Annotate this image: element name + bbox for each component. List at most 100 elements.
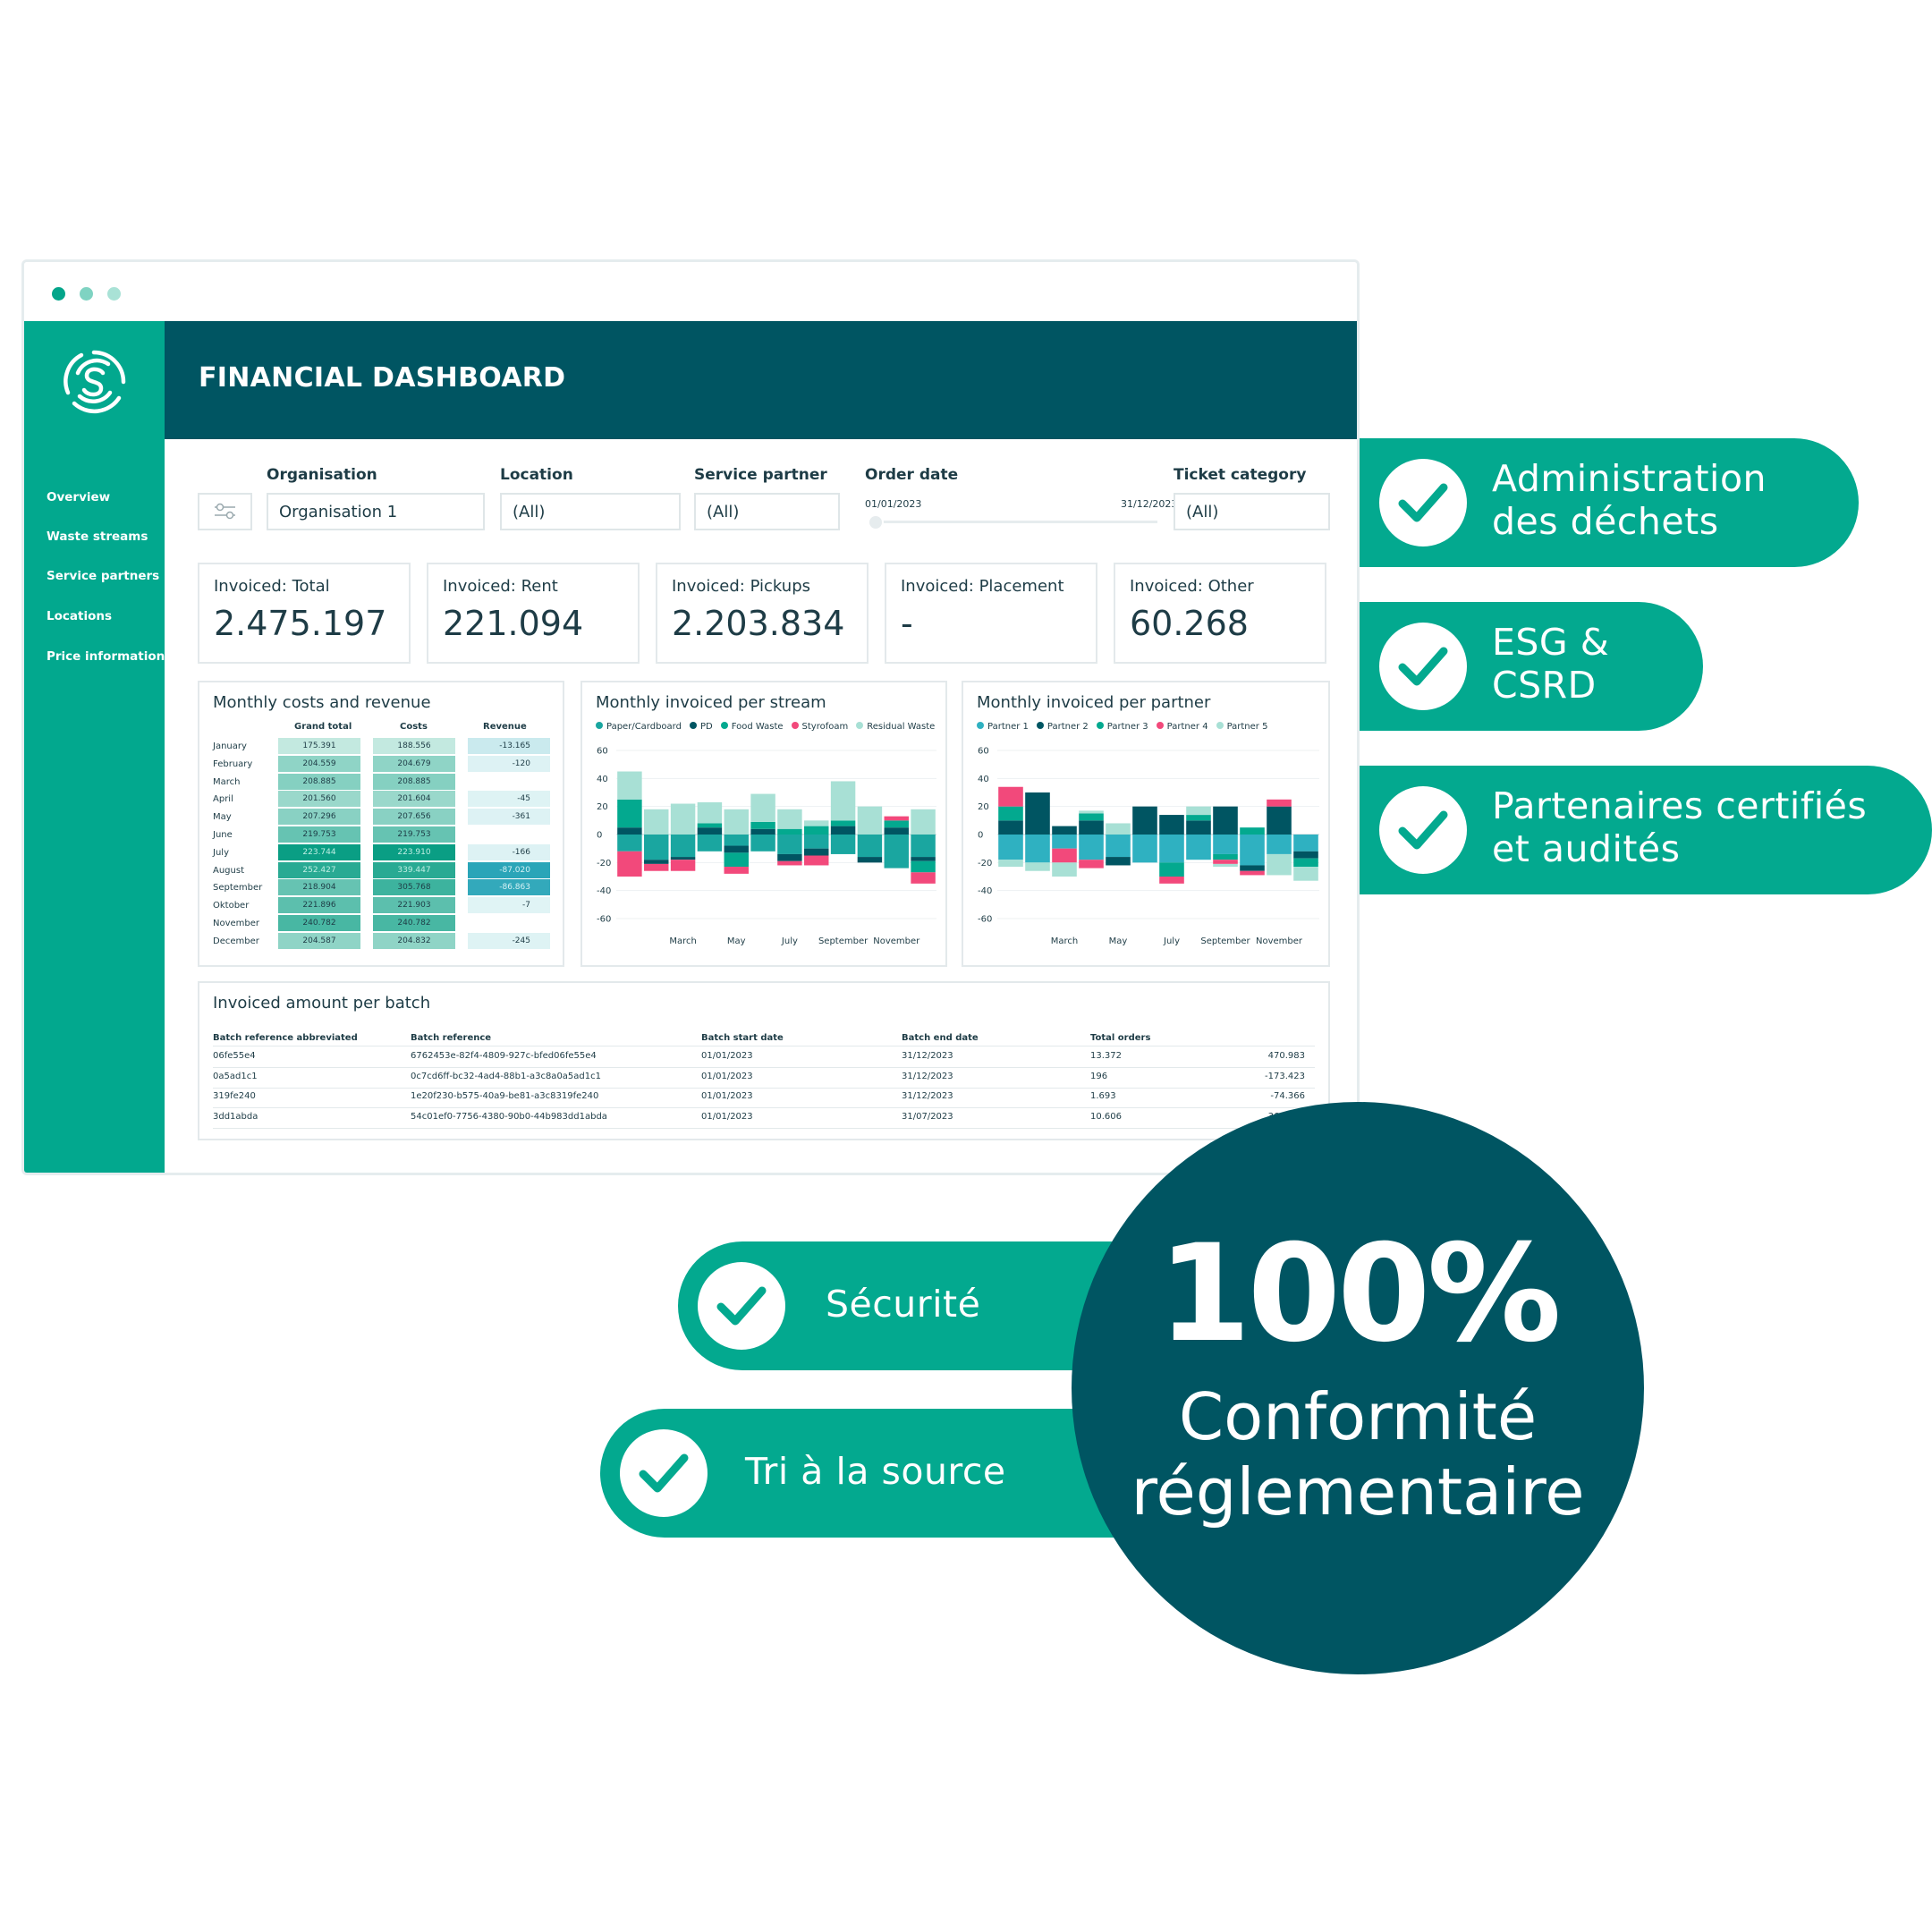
bar-segment[interactable] xyxy=(1213,863,1238,868)
bar-segment[interactable] xyxy=(1159,815,1184,835)
bar-segment[interactable] xyxy=(777,853,802,861)
legend-item[interactable]: Partner 4 xyxy=(1156,722,1208,732)
organisation-select[interactable]: Organisation 1 xyxy=(267,493,485,530)
bar-segment[interactable] xyxy=(777,809,802,829)
bar-segment[interactable] xyxy=(724,845,749,853)
bar-segment[interactable] xyxy=(724,835,749,846)
bar-segment[interactable] xyxy=(644,860,669,864)
bar-segment[interactable] xyxy=(1132,835,1157,863)
bar-segment[interactable] xyxy=(1293,851,1318,859)
bar-segment[interactable] xyxy=(1186,835,1211,860)
bar-segment[interactable] xyxy=(1159,877,1184,884)
legend-item[interactable]: Partner 5 xyxy=(1216,722,1267,732)
bar-segment[interactable] xyxy=(804,855,829,866)
bar-segment[interactable] xyxy=(1052,826,1077,835)
bar-segment[interactable] xyxy=(1240,865,1265,871)
bar-segment[interactable] xyxy=(750,821,775,829)
bar-segment[interactable] xyxy=(617,827,642,835)
bar-segment[interactable] xyxy=(884,820,909,828)
legend-item[interactable]: Food Waste xyxy=(720,722,784,732)
bar-segment[interactable] xyxy=(724,852,749,868)
bar-segment[interactable] xyxy=(911,857,936,861)
bar-segment[interactable] xyxy=(750,828,775,835)
ticket-category-select[interactable]: (All) xyxy=(1174,493,1330,530)
bar-segment[interactable] xyxy=(998,820,1023,835)
bar-segment[interactable] xyxy=(1293,835,1318,852)
bar-segment[interactable] xyxy=(697,823,723,828)
bar-segment[interactable] xyxy=(644,835,669,860)
bar-segment[interactable] xyxy=(1186,815,1211,821)
sidebar-item-locations[interactable]: Locations xyxy=(47,609,112,623)
bar-segment[interactable] xyxy=(1159,862,1184,877)
bar-segment[interactable] xyxy=(1079,860,1104,869)
legend-item[interactable]: Styrofoam xyxy=(791,722,848,732)
bar-segment[interactable] xyxy=(1267,806,1292,835)
sidebar-item-price-information[interactable]: Price information xyxy=(47,649,165,664)
bar-segment[interactable] xyxy=(1267,799,1292,807)
bar-segment[interactable] xyxy=(1240,827,1265,835)
bar-segment[interactable] xyxy=(1052,848,1077,863)
brand-logo-icon[interactable] xyxy=(60,348,128,416)
bar-segment[interactable] xyxy=(884,827,909,835)
bar-segment[interactable] xyxy=(724,809,749,835)
service-partner-select[interactable]: (All) xyxy=(694,493,840,530)
bar-segment[interactable] xyxy=(830,820,856,826)
bar-segment[interactable] xyxy=(884,816,909,821)
bar-segment[interactable] xyxy=(724,867,749,874)
bar-segment[interactable] xyxy=(1213,835,1238,854)
location-select[interactable]: (All) xyxy=(500,493,681,530)
order-date-slider-handle[interactable] xyxy=(868,514,884,530)
order-date-slider-track[interactable] xyxy=(869,521,1157,523)
bar-segment[interactable] xyxy=(697,801,723,824)
bar-segment[interactable] xyxy=(617,771,642,800)
bar-segment[interactable] xyxy=(1052,835,1077,849)
bar-segment[interactable] xyxy=(1293,867,1318,881)
bar-segment[interactable] xyxy=(1213,806,1238,835)
bar-segment[interactable] xyxy=(998,806,1023,821)
bar-segment[interactable] xyxy=(1106,823,1131,835)
bar-segment[interactable] xyxy=(1079,820,1104,835)
bar-segment[interactable] xyxy=(1025,792,1050,835)
bar-segment[interactable] xyxy=(1267,835,1292,854)
bar-segment[interactable] xyxy=(911,872,936,884)
bar-segment[interactable] xyxy=(857,806,883,835)
filter-toggle-button[interactable] xyxy=(198,493,252,530)
bar-segment[interactable] xyxy=(1293,858,1318,868)
bar-segment[interactable] xyxy=(911,860,936,873)
bar-segment[interactable] xyxy=(830,826,856,835)
bar-segment[interactable] xyxy=(1025,835,1050,863)
bar-segment[interactable] xyxy=(857,857,883,863)
bar-segment[interactable] xyxy=(777,835,802,854)
bar-segment[interactable] xyxy=(911,809,936,835)
window-maximize-dot[interactable] xyxy=(107,287,121,301)
bar-segment[interactable] xyxy=(750,793,775,822)
bar-segment[interactable] xyxy=(884,835,909,869)
bar-segment[interactable] xyxy=(911,835,936,858)
bar-segment[interactable] xyxy=(777,860,802,866)
bar-segment[interactable] xyxy=(697,835,723,852)
bar-segment[interactable] xyxy=(1106,835,1131,858)
bar-segment[interactable] xyxy=(750,835,775,852)
bar-segment[interactable] xyxy=(1079,810,1104,814)
bar-segment[interactable] xyxy=(670,835,696,858)
legend-item[interactable]: PD xyxy=(689,722,713,732)
bar-segment[interactable] xyxy=(777,828,802,835)
legend-item[interactable]: Partner 2 xyxy=(1036,722,1089,732)
bar-segment[interactable] xyxy=(644,809,669,835)
window-close-dot[interactable] xyxy=(52,287,65,301)
bar-segment[interactable] xyxy=(804,835,829,849)
bar-segment[interactable] xyxy=(998,786,1023,807)
bar-segment[interactable] xyxy=(670,860,696,871)
bar-segment[interactable] xyxy=(1213,853,1238,860)
bar-segment[interactable] xyxy=(670,803,696,835)
bar-segment[interactable] xyxy=(1106,857,1131,866)
bar-segment[interactable] xyxy=(1159,835,1184,863)
bar-segment[interactable] xyxy=(697,827,723,835)
bar-segment[interactable] xyxy=(1186,806,1211,816)
bar-segment[interactable] xyxy=(1240,870,1265,876)
bar-segment[interactable] xyxy=(1132,806,1157,835)
bar-segment[interactable] xyxy=(644,863,669,871)
bar-segment[interactable] xyxy=(1213,860,1238,864)
bar-segment[interactable] xyxy=(830,835,856,854)
bar-segment[interactable] xyxy=(830,781,856,821)
